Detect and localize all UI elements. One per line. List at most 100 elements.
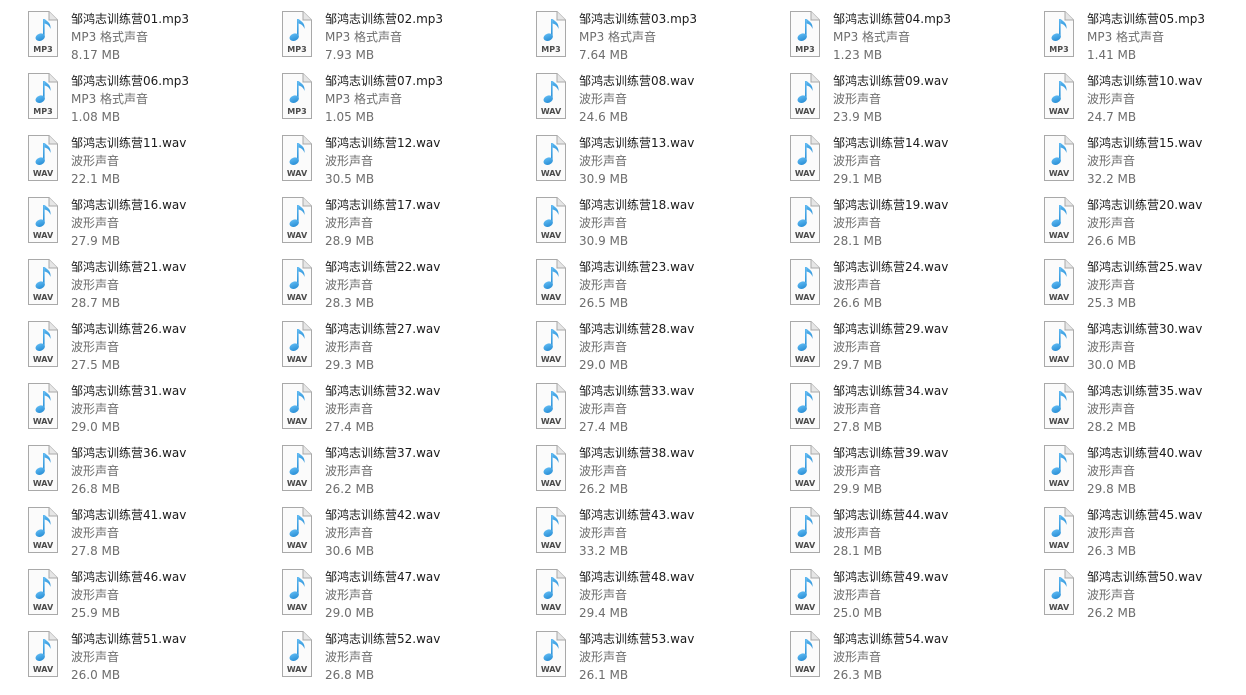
file-item[interactable]: WAV 邹鸿志训练营23.wav 波形声音 26.5 MB <box>533 258 783 316</box>
file-size: 30.5 MB <box>325 172 375 186</box>
file-name: 邹鸿志训练营44.wav <box>833 508 949 522</box>
file-item[interactable]: WAV 邹鸿志训练营33.wav 波形声音 27.4 MB <box>533 382 783 440</box>
file-item[interactable]: WAV 邹鸿志训练营37.wav 波形声音 26.2 MB <box>279 444 529 502</box>
file-size: 29.1 MB <box>833 172 883 186</box>
file-item[interactable]: WAV 邹鸿志训练营31.wav 波形声音 29.0 MB <box>25 382 275 440</box>
file-item[interactable]: WAV 邹鸿志训练营39.wav 波形声音 29.9 MB <box>787 444 1037 502</box>
file-type: 波形声音 <box>579 464 628 478</box>
file-item[interactable]: WAV 邹鸿志训练营41.wav 波形声音 27.8 MB <box>25 506 275 564</box>
file-item[interactable]: WAV 邹鸿志训练营15.wav 波形声音 32.2 MB <box>1041 134 1246 192</box>
file-item[interactable]: WAV 邹鸿志训练营52.wav 波形声音 26.8 MB <box>279 630 529 688</box>
file-item[interactable]: MP3 邹鸿志训练营02.mp3 MP3 格式声音 7.93 MB <box>279 10 529 68</box>
file-info: 邹鸿志训练营47.wav 波形声音 29.0 MB <box>325 568 525 622</box>
wav-file-icon: WAV <box>25 134 61 182</box>
file-type: MP3 格式声音 <box>833 30 911 44</box>
file-info: 邹鸿志训练营13.wav 波形声音 30.9 MB <box>579 134 779 188</box>
wav-file-icon: WAV <box>279 258 315 306</box>
file-item[interactable]: WAV 邹鸿志训练营19.wav 波形声音 28.1 MB <box>787 196 1037 254</box>
file-info: 邹鸿志训练营27.wav 波形声音 29.3 MB <box>325 320 525 374</box>
file-item[interactable]: MP3 邹鸿志训练营01.mp3 MP3 格式声音 8.17 MB <box>25 10 275 68</box>
file-item[interactable]: WAV 邹鸿志训练营47.wav 波形声音 29.0 MB <box>279 568 529 626</box>
file-name: 邹鸿志训练营11.wav <box>71 136 187 150</box>
file-item[interactable]: WAV 邹鸿志训练营24.wav 波形声音 26.6 MB <box>787 258 1037 316</box>
file-info: 邹鸿志训练营48.wav 波形声音 29.4 MB <box>579 568 779 622</box>
file-name: 邹鸿志训练营43.wav <box>579 508 695 522</box>
file-item[interactable]: WAV 邹鸿志训练营25.wav 波形声音 25.3 MB <box>1041 258 1246 316</box>
file-item[interactable]: WAV 邹鸿志训练营43.wav 波形声音 33.2 MB <box>533 506 783 564</box>
file-size: 27.9 MB <box>71 234 121 248</box>
file-item[interactable]: WAV 邹鸿志训练营17.wav 波形声音 28.9 MB <box>279 196 529 254</box>
wav-file-icon: WAV <box>787 630 823 678</box>
file-item[interactable]: WAV 邹鸿志训练营30.wav 波形声音 30.0 MB <box>1041 320 1246 378</box>
file-item[interactable]: WAV 邹鸿志训练营50.wav 波形声音 26.2 MB <box>1041 568 1246 626</box>
file-info: 邹鸿志训练营36.wav 波形声音 26.8 MB <box>71 444 271 498</box>
svg-text:WAV: WAV <box>795 541 816 550</box>
file-item[interactable]: WAV 邹鸿志训练营09.wav 波形声音 23.9 MB <box>787 72 1037 130</box>
svg-text:WAV: WAV <box>33 355 54 364</box>
file-info: 邹鸿志训练营18.wav 波形声音 30.9 MB <box>579 196 779 250</box>
file-item[interactable]: MP3 邹鸿志训练营07.mp3 MP3 格式声音 1.05 MB <box>279 72 529 130</box>
file-name: 邹鸿志训练营19.wav <box>833 198 949 212</box>
file-item[interactable]: WAV 邹鸿志训练营14.wav 波形声音 29.1 MB <box>787 134 1037 192</box>
file-item[interactable]: WAV 邹鸿志训练营51.wav 波形声音 26.0 MB <box>25 630 275 688</box>
file-info: 邹鸿志训练营07.mp3 MP3 格式声音 1.05 MB <box>325 72 525 126</box>
svg-text:WAV: WAV <box>795 107 816 116</box>
wav-file-icon: WAV <box>787 258 823 306</box>
file-item[interactable]: WAV 邹鸿志训练营18.wav 波形声音 30.9 MB <box>533 196 783 254</box>
file-item[interactable]: WAV 邹鸿志训练营45.wav 波形声音 26.3 MB <box>1041 506 1246 564</box>
file-item[interactable]: WAV 邹鸿志训练营38.wav 波形声音 26.2 MB <box>533 444 783 502</box>
file-item[interactable]: WAV 邹鸿志训练营54.wav 波形声音 26.3 MB <box>787 630 1037 688</box>
svg-text:WAV: WAV <box>287 417 308 426</box>
file-item[interactable]: MP3 邹鸿志训练营03.mp3 MP3 格式声音 7.64 MB <box>533 10 783 68</box>
file-name: 邹鸿志训练营09.wav <box>833 74 949 88</box>
file-item[interactable]: WAV 邹鸿志训练营10.wav 波形声音 24.7 MB <box>1041 72 1246 130</box>
file-item[interactable]: WAV 邹鸿志训练营29.wav 波形声音 29.7 MB <box>787 320 1037 378</box>
file-name: 邹鸿志训练营38.wav <box>579 446 695 460</box>
file-size: 27.8 MB <box>71 544 121 558</box>
file-item[interactable]: WAV 邹鸿志训练营27.wav 波形声音 29.3 MB <box>279 320 529 378</box>
svg-text:WAV: WAV <box>33 603 54 612</box>
wav-file-icon: WAV <box>25 630 61 678</box>
file-item[interactable]: WAV 邹鸿志训练营35.wav 波形声音 28.2 MB <box>1041 382 1246 440</box>
svg-text:WAV: WAV <box>33 541 54 550</box>
file-info: 邹鸿志训练营33.wav 波形声音 27.4 MB <box>579 382 779 436</box>
file-item[interactable]: WAV 邹鸿志训练营32.wav 波形声音 27.4 MB <box>279 382 529 440</box>
file-size: 26.2 MB <box>1087 606 1137 620</box>
file-item[interactable]: WAV 邹鸿志训练营46.wav 波形声音 25.9 MB <box>25 568 275 626</box>
file-item[interactable]: WAV 邹鸿志训练营53.wav 波形声音 26.1 MB <box>533 630 783 688</box>
file-item[interactable]: WAV 邹鸿志训练营36.wav 波形声音 26.8 MB <box>25 444 275 502</box>
file-item[interactable]: WAV 邹鸿志训练营49.wav 波形声音 25.0 MB <box>787 568 1037 626</box>
file-item[interactable]: WAV 邹鸿志训练营13.wav 波形声音 30.9 MB <box>533 134 783 192</box>
file-item[interactable]: WAV 邹鸿志训练营21.wav 波形声音 28.7 MB <box>25 258 275 316</box>
file-item[interactable]: WAV 邹鸿志训练营44.wav 波形声音 28.1 MB <box>787 506 1037 564</box>
file-item[interactable]: WAV 邹鸿志训练营40.wav 波形声音 29.8 MB <box>1041 444 1246 502</box>
file-item[interactable]: WAV 邹鸿志训练营34.wav 波形声音 27.8 MB <box>787 382 1037 440</box>
file-name: 邹鸿志训练营08.wav <box>579 74 695 88</box>
file-item[interactable]: WAV 邹鸿志训练营28.wav 波形声音 29.0 MB <box>533 320 783 378</box>
file-info: 邹鸿志训练营35.wav 波形声音 28.2 MB <box>1087 382 1246 436</box>
file-item[interactable]: WAV 邹鸿志训练营11.wav 波形声音 22.1 MB <box>25 134 275 192</box>
file-name: 邹鸿志训练营14.wav <box>833 136 949 150</box>
file-item[interactable]: WAV 邹鸿志训练营12.wav 波形声音 30.5 MB <box>279 134 529 192</box>
file-item[interactable]: WAV 邹鸿志训练营26.wav 波形声音 27.5 MB <box>25 320 275 378</box>
wav-file-icon: WAV <box>25 320 61 368</box>
file-info: 邹鸿志训练营06.mp3 MP3 格式声音 1.08 MB <box>71 72 271 126</box>
svg-text:WAV: WAV <box>1049 417 1070 426</box>
file-type: MP3 格式声音 <box>325 92 403 106</box>
file-item[interactable]: MP3 邹鸿志训练营05.mp3 MP3 格式声音 1.41 MB <box>1041 10 1246 68</box>
file-item[interactable]: MP3 邹鸿志训练营04.mp3 MP3 格式声音 1.23 MB <box>787 10 1037 68</box>
file-item[interactable]: WAV 邹鸿志训练营22.wav 波形声音 28.3 MB <box>279 258 529 316</box>
wav-file-icon: WAV <box>279 630 315 678</box>
file-size: 26.5 MB <box>579 296 629 310</box>
file-item[interactable]: WAV 邹鸿志训练营48.wav 波形声音 29.4 MB <box>533 568 783 626</box>
file-item[interactable]: WAV 邹鸿志训练营08.wav 波形声音 24.6 MB <box>533 72 783 130</box>
file-item[interactable]: WAV 邹鸿志训练营42.wav 波形声音 30.6 MB <box>279 506 529 564</box>
file-type: 波形声音 <box>579 92 628 106</box>
file-item[interactable]: WAV 邹鸿志训练营20.wav 波形声音 26.6 MB <box>1041 196 1246 254</box>
file-type: MP3 格式声音 <box>1087 30 1165 44</box>
file-item[interactable]: MP3 邹鸿志训练营06.mp3 MP3 格式声音 1.08 MB <box>25 72 275 130</box>
file-name: 邹鸿志训练营27.wav <box>325 322 441 336</box>
wav-file-icon: WAV <box>1041 320 1077 368</box>
file-info: 邹鸿志训练营45.wav 波形声音 26.3 MB <box>1087 506 1246 560</box>
file-item[interactable]: WAV 邹鸿志训练营16.wav 波形声音 27.9 MB <box>25 196 275 254</box>
